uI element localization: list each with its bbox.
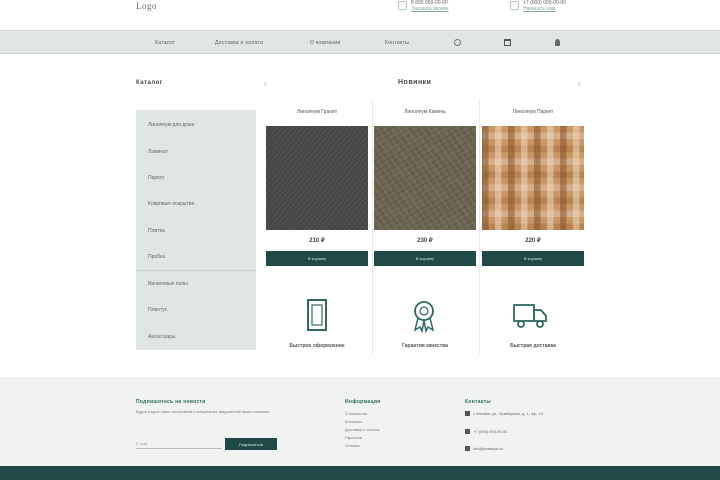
prev-arrow-icon[interactable]: ‹ bbox=[264, 79, 267, 88]
footer-link[interactable]: Гарантия bbox=[345, 435, 362, 440]
document-icon bbox=[307, 299, 327, 331]
nav-item-delivery[interactable]: Доставка и оплата bbox=[215, 40, 263, 46]
feature-label: Гарантия качества bbox=[401, 343, 449, 349]
nav-item-contacts[interactable]: Контакты bbox=[385, 40, 409, 46]
product-name[interactable]: Линолеум Камень bbox=[374, 109, 476, 115]
sidebar-item[interactable]: Плитка bbox=[148, 228, 165, 234]
sidebar-title: Каталог bbox=[136, 80, 163, 86]
divider bbox=[136, 270, 256, 271]
footer-link[interactable]: Контакты bbox=[345, 419, 362, 424]
email-field[interactable]: E-mail bbox=[136, 438, 222, 449]
phone-icon bbox=[398, 1, 407, 10]
main-nav: Каталог Доставка и оплата О компании Кон… bbox=[0, 30, 720, 54]
mail-icon bbox=[465, 446, 470, 451]
footer-info-title: Информация bbox=[345, 399, 381, 405]
write-us-link[interactable]: Написать нам bbox=[523, 6, 566, 12]
bottom-bar bbox=[0, 466, 720, 480]
footer: Подпишитесь на новости Будьте в курсе но… bbox=[0, 378, 720, 466]
divider bbox=[479, 100, 480, 354]
sidebar-item[interactable]: Ламинат bbox=[148, 149, 168, 155]
footer-contact-address: г. Москва, ул. Примерная, д. 1, оф. 10 bbox=[465, 411, 543, 416]
divider bbox=[372, 100, 373, 354]
contact-secondary: +7 (000) 000-00-00 Написать нам bbox=[510, 0, 566, 12]
subscribe-button[interactable]: Подписаться bbox=[225, 438, 277, 450]
footer-link[interactable]: Доставка и оплата bbox=[345, 427, 380, 432]
cart-icon[interactable] bbox=[504, 39, 511, 46]
product-name[interactable]: Линолеум Гранит bbox=[266, 109, 368, 115]
search-icon[interactable] bbox=[454, 39, 461, 46]
footer-contact-text: г. Москва, ул. Примерная, д. 1, оф. 10 bbox=[473, 411, 544, 416]
footer-link[interactable]: О компании bbox=[345, 411, 367, 416]
footer-subscribe-text: Будьте в курсе новых поступлений и специ… bbox=[136, 410, 270, 414]
footer-contact-text[interactable]: +7 (000) 000-00-00 bbox=[473, 429, 507, 434]
nav-item-about[interactable]: О компании bbox=[310, 40, 341, 46]
mail-icon bbox=[510, 1, 519, 10]
feature-label: Быстрая доставка bbox=[510, 343, 556, 349]
nav-item-catalog[interactable]: Каталог bbox=[155, 40, 175, 46]
delivery-truck-icon bbox=[513, 304, 547, 328]
footer-link[interactable]: Отзывы bbox=[345, 443, 360, 448]
sidebar-item[interactable]: Паркет bbox=[148, 175, 164, 181]
footer-contact-phone: +7 (000) 000-00-00 bbox=[465, 429, 507, 434]
footer-subscribe-title: Подпишитесь на новости bbox=[136, 399, 206, 405]
sidebar: Линолеум для дома Ламинат Паркет Ковровы… bbox=[136, 110, 256, 350]
footer-contacts-title: Контакты bbox=[465, 399, 491, 405]
user-icon[interactable] bbox=[555, 39, 560, 46]
sidebar-item[interactable]: Линолеум для дома bbox=[148, 122, 194, 128]
phone-icon bbox=[465, 429, 470, 434]
header: Logo 8 800 000-00-00 Заказать звонок +7 … bbox=[0, 0, 720, 30]
award-icon bbox=[413, 301, 435, 333]
product-image[interactable] bbox=[266, 126, 368, 230]
logo[interactable]: Logo bbox=[136, 1, 157, 11]
feature-label: Быстрое оформление bbox=[289, 343, 345, 349]
product-image[interactable] bbox=[374, 126, 476, 230]
product-price: 210 ₽ bbox=[309, 238, 325, 244]
add-to-cart-button[interactable]: В корзину bbox=[266, 251, 368, 266]
contact-phone: 8 800 000-00-00 Заказать звонок bbox=[398, 0, 448, 12]
footer-contact-text[interactable]: info@example.ru bbox=[473, 446, 503, 451]
product-price: 220 ₽ bbox=[525, 238, 541, 244]
sidebar-item[interactable]: Ковровые покрытия bbox=[148, 201, 194, 207]
add-to-cart-button[interactable]: В корзину bbox=[374, 251, 476, 266]
request-call-link[interactable]: Заказать звонок bbox=[411, 6, 448, 12]
product-price: 230 ₽ bbox=[417, 238, 433, 244]
location-icon bbox=[465, 411, 470, 416]
sidebar-item[interactable]: Виниловые полы bbox=[148, 281, 188, 287]
sidebar-item[interactable]: Плинтус bbox=[148, 307, 167, 313]
footer-contact-email: info@example.ru bbox=[465, 446, 503, 451]
sidebar-item[interactable]: Пробка bbox=[148, 254, 165, 260]
product-name[interactable]: Линолеум Паркет bbox=[482, 109, 584, 115]
next-arrow-icon[interactable]: › bbox=[578, 79, 581, 88]
product-image[interactable] bbox=[482, 126, 584, 230]
sidebar-item[interactable]: Аксессуары bbox=[148, 334, 175, 340]
section-title: Новинки bbox=[398, 79, 432, 86]
add-to-cart-button[interactable]: В корзину bbox=[482, 251, 584, 266]
